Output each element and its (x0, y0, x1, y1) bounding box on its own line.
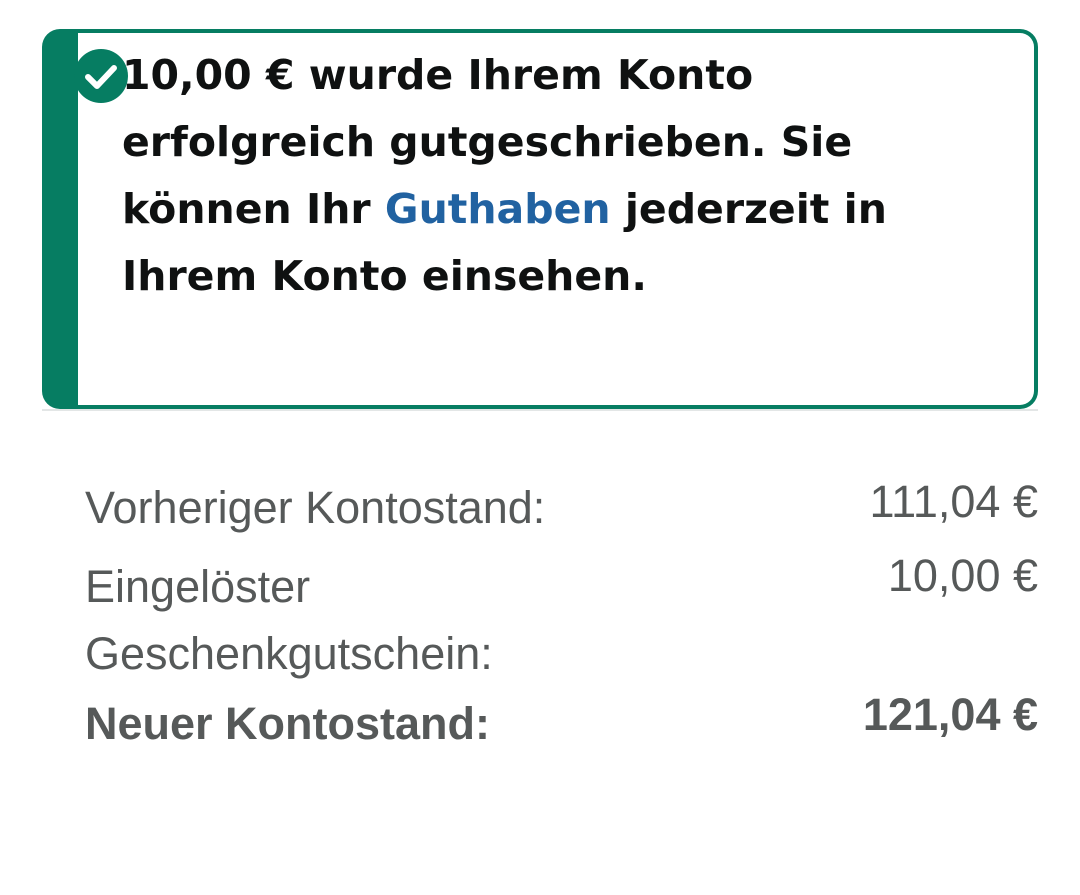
previous-balance-label: Vorheriger Kontostand: (85, 482, 546, 533)
balance-link[interactable]: Guthaben (385, 185, 611, 233)
check-circle-icon (73, 48, 129, 104)
new-balance-row: Neuer Kontostand: 121,04 € (85, 689, 1038, 757)
redeemed-gift-card-value: 10,00 € (887, 550, 1038, 601)
divider (42, 409, 1038, 411)
balance-summary: Vorheriger Kontostand: 111,04 € Eingelös… (85, 474, 1038, 757)
previous-balance-row: Vorheriger Kontostand: 111,04 € (85, 474, 1038, 541)
redeemed-gift-card-row: Eingelöster Geschenkgutschein: 10,00 € (85, 550, 1038, 687)
new-balance-value: 121,04 € (862, 689, 1038, 740)
redeemed-gift-card-label: Eingelöster Geschenkgutschein: (85, 561, 493, 679)
alert-message: 10,00 € wurde Ihrem Konto erfolgreich gu… (122, 42, 932, 310)
previous-balance-value: 111,04 € (869, 476, 1039, 527)
new-balance-label: Neuer Kontostand: (85, 698, 490, 749)
